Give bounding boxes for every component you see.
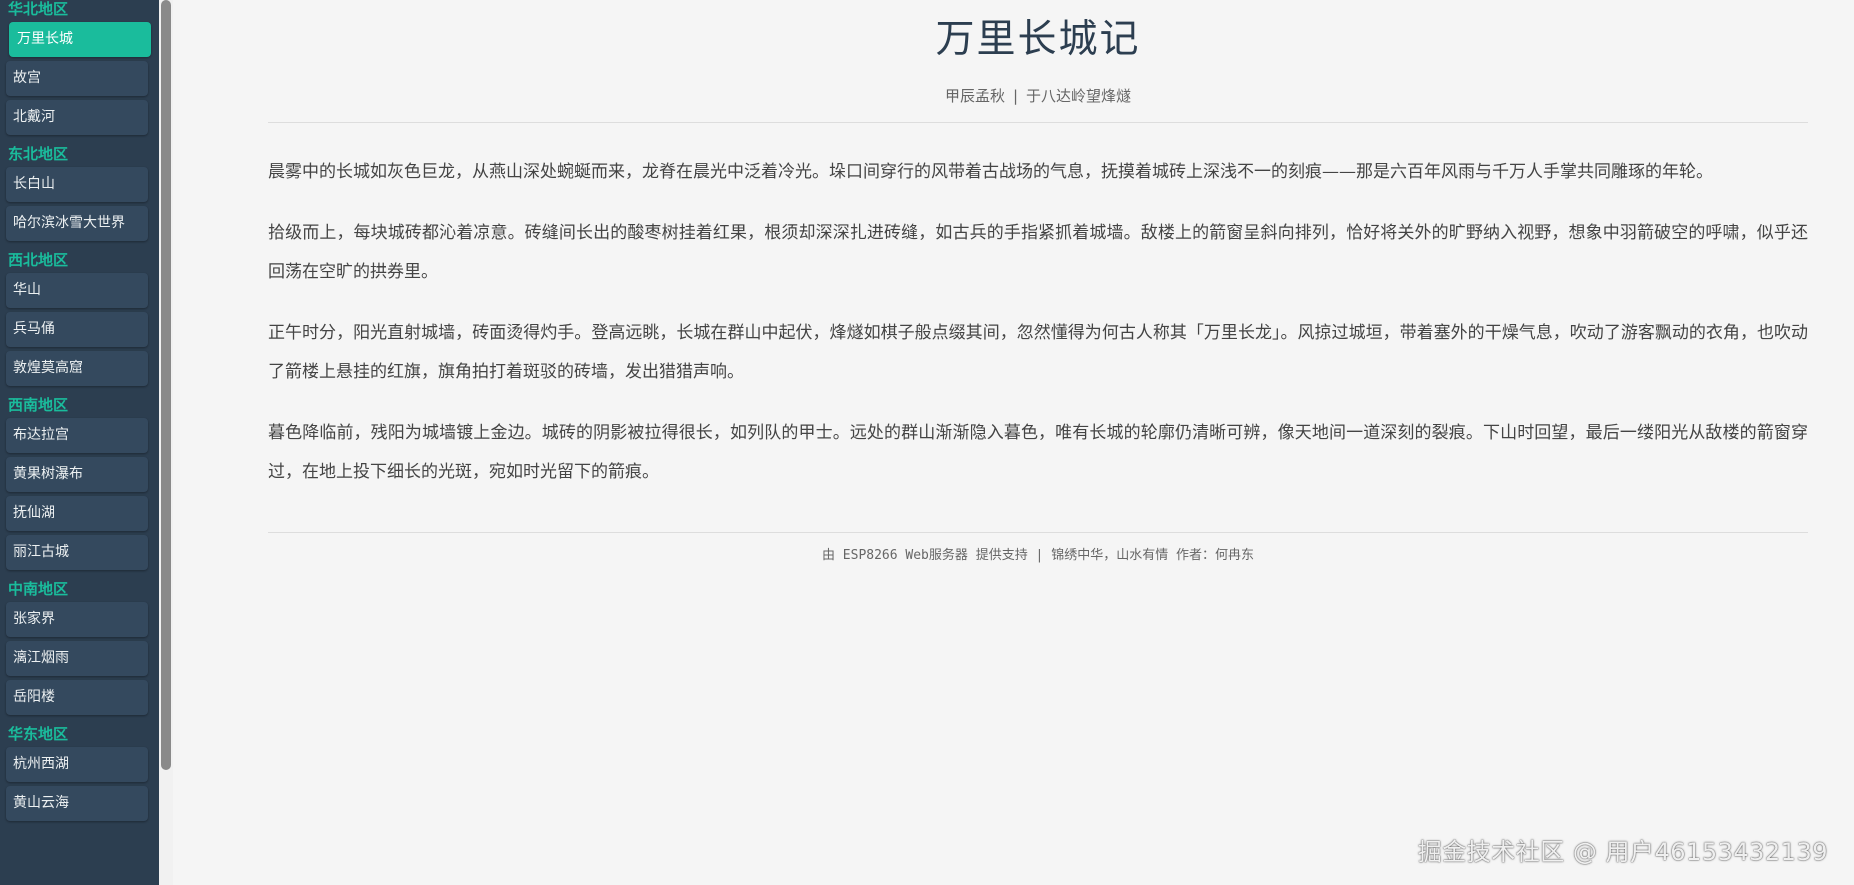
article-meta: 甲辰孟秋 | 于八达岭望烽燧 bbox=[268, 86, 1808, 106]
article-main: 万里长城记 甲辰孟秋 | 于八达岭望烽燧 晨雾中的长城如灰色巨龙，从燕山深处蜿蜒而来… bbox=[268, 0, 1808, 565]
article-title: 万里长城记 bbox=[935, 17, 1141, 62]
paragraph: 拾级而上，每块城砖都沁着凉意。砖缝间长出的酸枣树挂着红果，根须却深深扎进砖缝，如… bbox=[268, 223, 1808, 282]
footer-divider bbox=[268, 532, 1808, 533]
article-body: 晨雾中的长城如灰色巨龙，从燕山深处蜿蜒而来，龙脊在晨光中泛着冷光。垛口间穿行的风… bbox=[268, 153, 1808, 492]
footer-text: 由 ESP8266 Web服务器 提供支持 | 锦绣中华，山水有情 作者：何冉东 bbox=[821, 548, 1255, 563]
sidebar-item[interactable]: 华山 bbox=[6, 273, 148, 308]
sidebar-item[interactable]: 岳阳楼 bbox=[6, 680, 148, 715]
sidebar-item[interactable]: 长白山 bbox=[6, 167, 148, 202]
sidebar-region-heading: 西南地区 bbox=[8, 396, 69, 414]
paragraph: 正午时分，阳光直射城墙，砖面烫得灼手。登高远眺，长城在群山中起伏，烽燧如棋子般点… bbox=[268, 323, 1808, 382]
sidebar-region-heading: 中南地区 bbox=[8, 580, 69, 598]
sidebar: 华北地区万里长城故宫北戴河东北地区长白山哈尔滨冰雪大世界西北地区华山兵马俑敦煌莫… bbox=[0, 0, 159, 885]
sidebar-item[interactable]: 张家界 bbox=[6, 602, 148, 637]
sidebar-item[interactable]: 杭州西湖 bbox=[6, 747, 148, 782]
sidebar-item[interactable]: 漓江烟雨 bbox=[6, 641, 148, 676]
sidebar-item[interactable]: 故宫 bbox=[6, 61, 148, 96]
meta-place: 于八达岭望烽燧 bbox=[1026, 87, 1132, 105]
sidebar-item[interactable]: 万里长城 bbox=[9, 22, 151, 57]
sidebar-item[interactable]: 北戴河 bbox=[6, 100, 148, 135]
meta-date: 甲辰孟秋 bbox=[944, 87, 1005, 105]
header-divider bbox=[268, 122, 1808, 123]
sidebar-item[interactable]: 布达拉宫 bbox=[6, 418, 148, 453]
sidebar-item[interactable]: 黄果树瀑布 bbox=[6, 457, 148, 492]
sidebar-item[interactable]: 抚仙湖 bbox=[6, 496, 148, 531]
sidebar-item[interactable]: 兵马俑 bbox=[6, 312, 148, 347]
sidebar-region-heading: 华北地区 bbox=[8, 0, 69, 18]
sidebar-item[interactable]: 丽江古城 bbox=[6, 535, 148, 570]
sidebar-region-heading: 华东地区 bbox=[8, 725, 69, 743]
sidebar-item[interactable]: 敦煌莫高窟 bbox=[6, 351, 148, 386]
meta-separator: | bbox=[1012, 87, 1019, 105]
paragraph: 暮色降临前，残阳为城墙镀上金边。城砖的阴影被拉得很长，如列队的甲士。远处的群山渐… bbox=[268, 423, 1808, 482]
paragraph: 晨雾中的长城如灰色巨龙，从燕山深处蜿蜒而来，龙脊在晨光中泛着冷光。垛口间穿行的风… bbox=[268, 162, 1713, 182]
sidebar-item[interactable]: 哈尔滨冰雪大世界 bbox=[6, 206, 148, 241]
sidebar-item[interactable]: 黄山云海 bbox=[6, 786, 148, 821]
watermark-text: 掘金技术社区 @ 用户46153432139 bbox=[1417, 838, 1828, 866]
sidebar-region-heading: 西北地区 bbox=[8, 251, 69, 269]
sidebar-scrollbar-thumb[interactable] bbox=[161, 0, 171, 770]
sidebar-region-heading: 东北地区 bbox=[8, 145, 69, 163]
